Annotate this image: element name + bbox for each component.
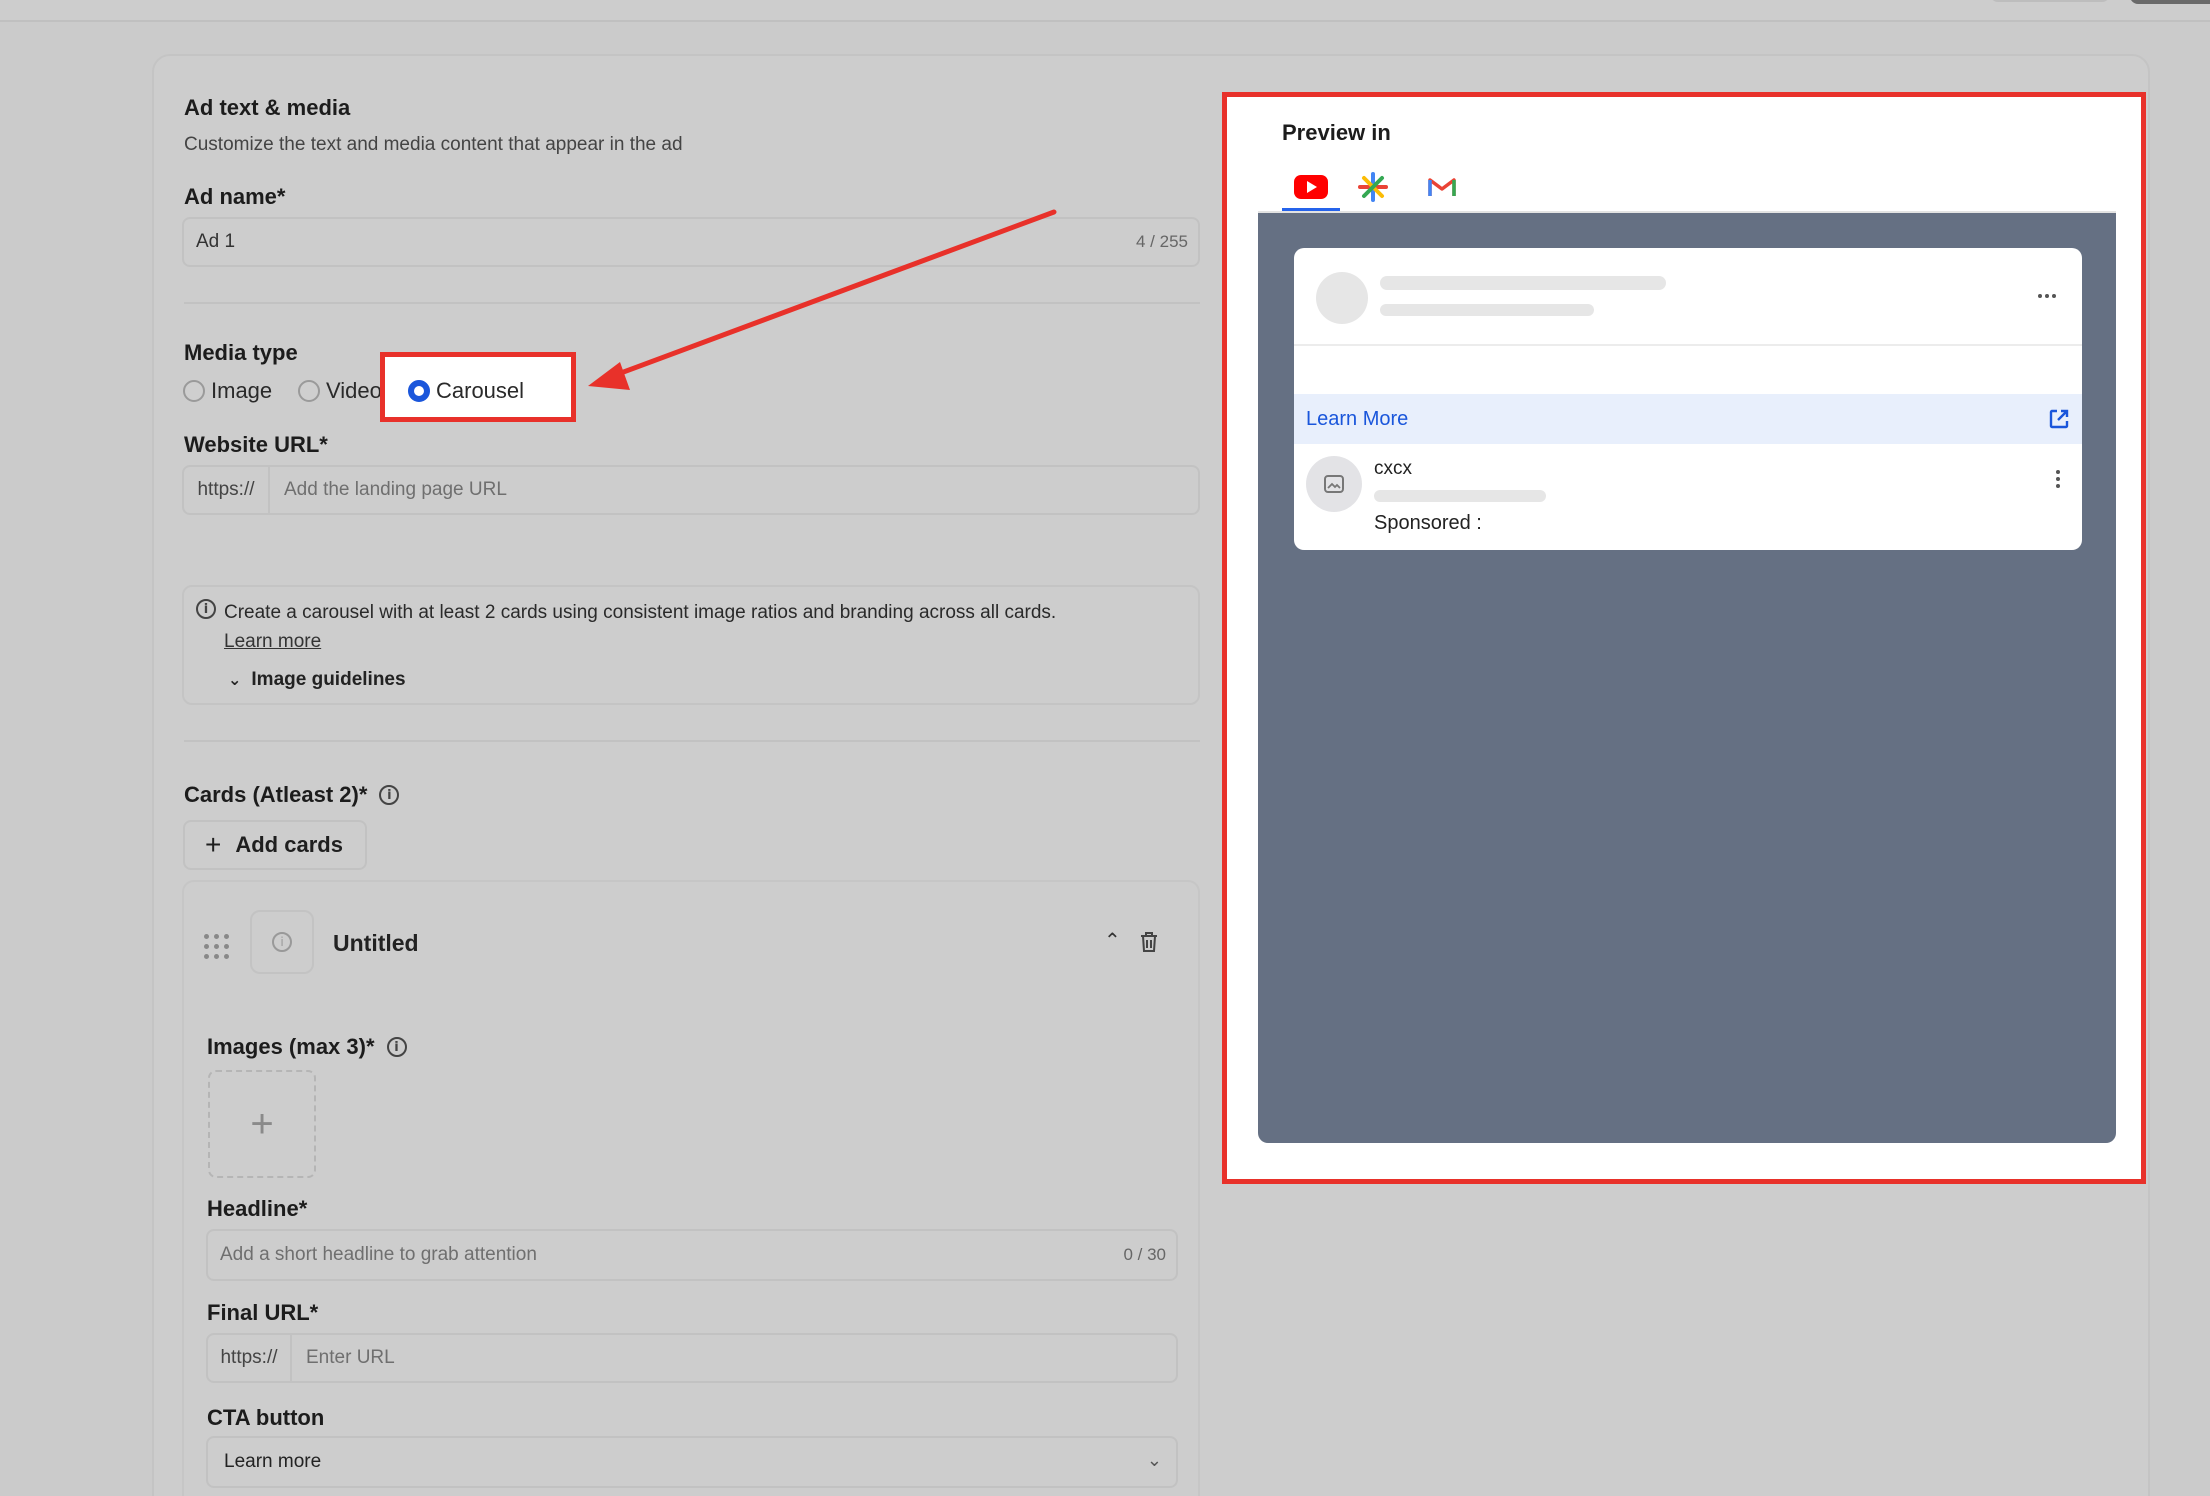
skeleton-line xyxy=(1374,490,1546,502)
learn-more-link[interactable]: Learn more xyxy=(224,631,321,653)
ad-name-counter: 4 / 255 xyxy=(1136,232,1188,251)
media-type-video-radio[interactable]: Video xyxy=(298,378,384,404)
plus-icon: + xyxy=(205,829,222,860)
radio-indicator-selected xyxy=(408,380,430,402)
url-prefix: https:// xyxy=(208,1335,292,1381)
cta-label: CTA button xyxy=(207,1405,325,1430)
chevron-up-icon[interactable]: ⌃ xyxy=(1104,928,1121,953)
headline-label: Headline* xyxy=(207,1196,308,1221)
images-label: Images (max 3)* xyxy=(207,1034,375,1059)
image-guidelines-toggle[interactable]: ⌄ Image guidelines xyxy=(228,669,406,691)
website-url-placeholder: Add the landing page URL xyxy=(284,479,507,500)
radio-label: Image xyxy=(211,378,273,403)
cta-select[interactable]: Learn more ⌄ xyxy=(206,1436,1178,1488)
learn-more-text: Learn More xyxy=(1306,407,1409,430)
ad-name-label: Ad name* xyxy=(184,184,286,209)
cards-label: Cards (Atleast 2)* xyxy=(184,782,368,807)
skeleton-line xyxy=(1380,304,1594,316)
image-guidelines-label: Image guidelines xyxy=(251,669,406,690)
info-icon: i xyxy=(272,932,292,952)
headline-input[interactable]: Add a short headline to grab attention 0… xyxy=(206,1229,1178,1281)
final-url-placeholder: Enter URL xyxy=(306,1347,395,1368)
info-icon[interactable]: i xyxy=(386,1037,407,1057)
avatar-placeholder xyxy=(1316,272,1368,324)
divider xyxy=(184,740,1200,742)
chevron-down-icon: ⌄ xyxy=(1146,1450,1162,1470)
card-item xyxy=(182,880,1200,1496)
ad-preview-card: Learn More cxcx Sponsored : xyxy=(1294,248,2082,550)
media-type-label: Media type xyxy=(184,340,298,365)
top-bar-button[interactable] xyxy=(1990,0,2110,2)
image-upload-button[interactable]: + xyxy=(208,1070,316,1178)
radio-indicator xyxy=(183,380,205,402)
top-bar xyxy=(0,0,2210,22)
drag-handle-icon[interactable] xyxy=(204,934,229,959)
google-icon[interactable] xyxy=(1358,172,1388,202)
add-cards-button[interactable]: + Add cards xyxy=(183,820,367,870)
skeleton-line xyxy=(1380,276,1666,290)
trash-icon[interactable] xyxy=(1138,930,1160,954)
more-horizontal-icon[interactable] xyxy=(2038,294,2056,298)
more-vertical-icon[interactable] xyxy=(2056,470,2060,488)
card-thumbnail: i xyxy=(250,910,314,974)
final-url-input[interactable]: https:// Enter URL xyxy=(206,1333,1178,1383)
section-subtitle: Customize the text and media content tha… xyxy=(184,134,683,155)
add-cards-label: Add cards xyxy=(235,832,343,857)
radio-label: Carousel xyxy=(436,378,525,403)
advertiser-name: cxcx xyxy=(1374,458,1412,479)
info-icon: i xyxy=(196,599,216,619)
top-bar-primary-button[interactable] xyxy=(2130,0,2210,4)
radio-indicator xyxy=(298,380,320,402)
cards-label-row: Cards (Atleast 2)* i xyxy=(184,782,400,808)
sponsored-label: Sponsored : xyxy=(1374,512,1482,534)
image-icon xyxy=(1324,475,1344,493)
website-url-input[interactable]: https:// Add the landing page URL xyxy=(182,465,1200,515)
images-label-row: Images (max 3)* i xyxy=(207,1034,407,1060)
ad-name-value: Ad 1 xyxy=(196,231,236,252)
media-type-image-radio[interactable]: Image xyxy=(183,378,272,404)
radio-label: Video xyxy=(326,378,382,403)
info-icon[interactable]: i xyxy=(379,785,400,805)
carousel-info-box: i Create a carousel with at least 2 card… xyxy=(182,585,1200,705)
advertiser-avatar xyxy=(1306,456,1362,512)
website-url-label: Website URL* xyxy=(184,432,328,457)
divider xyxy=(1294,344,2082,346)
media-type-carousel-radio[interactable]: Carousel xyxy=(408,378,524,404)
tab-active-indicator xyxy=(1282,208,1340,211)
headline-placeholder: Add a short headline to grab attention xyxy=(220,1244,537,1265)
learn-more-bar[interactable]: Learn More xyxy=(1294,394,2082,444)
card-title: Untitled xyxy=(333,930,419,956)
headline-counter: 0 / 30 xyxy=(1123,1245,1166,1264)
section-title: Ad text & media xyxy=(184,95,351,120)
gmail-icon[interactable] xyxy=(1428,176,1456,198)
external-link-icon[interactable] xyxy=(2048,408,2070,430)
annotation-arrow xyxy=(588,209,1057,390)
plus-icon: + xyxy=(250,1101,274,1146)
info-text: Create a carousel with at least 2 cards … xyxy=(224,602,1057,623)
cta-value: Learn more xyxy=(224,1451,322,1472)
chevron-down-icon: ⌄ xyxy=(228,672,242,689)
preview-title: Preview in xyxy=(1282,120,1391,145)
url-prefix: https:// xyxy=(184,467,270,513)
youtube-icon[interactable] xyxy=(1294,174,1328,200)
final-url-label: Final URL* xyxy=(207,1300,319,1325)
